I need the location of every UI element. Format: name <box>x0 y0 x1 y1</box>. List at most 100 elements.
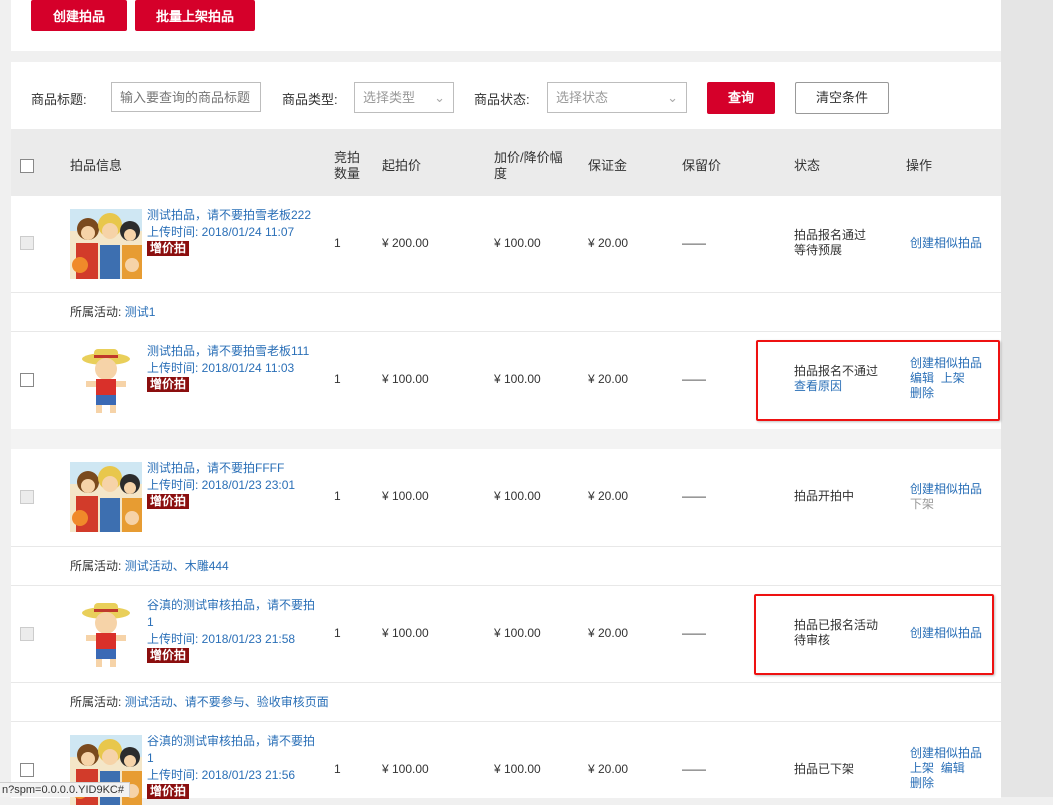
deposit: ¥ 20.00 <box>588 236 629 250</box>
reserve-price: —— <box>682 236 706 250</box>
row-checkbox[interactable] <box>20 373 34 387</box>
row-checkbox[interactable] <box>20 763 34 777</box>
bid-qty: 1 <box>334 626 341 640</box>
status-text: 拍品报名通过 <box>794 228 867 242</box>
item-title-link[interactable]: 测试拍品，请不要拍FFFF <box>147 460 327 477</box>
price-step: ¥ 100.00 <box>494 762 541 776</box>
clear-filters-button[interactable]: 清空条件 <box>795 82 889 114</box>
reserve-price: —— <box>682 489 706 503</box>
edit-link[interactable]: 编辑 <box>941 761 965 775</box>
header-price-step: 加价/降价幅 度 <box>494 150 563 182</box>
price-step: ¥ 100.00 <box>494 626 541 640</box>
header-status: 状态 <box>794 158 821 173</box>
title-search-input[interactable] <box>111 82 261 112</box>
table-row: 测试拍品，请不要拍FFFF 上传时间: 2018/01/23 23:01 增价拍… <box>11 449 1001 546</box>
type-select[interactable]: 选择类型 ⌄ <box>354 82 454 113</box>
activity-label: 所属活动: <box>70 695 122 709</box>
activity-info: 所属活动: 测试活动、请不要参与、验收审核页面 <box>70 695 329 710</box>
start-price: ¥ 100.00 <box>382 489 429 503</box>
item-upload-time: 上传时间: 2018/01/24 11:07 <box>147 225 295 239</box>
item-thumbnail[interactable] <box>70 345 142 415</box>
header-actions: 操作 <box>906 158 933 173</box>
status-text: 拍品开拍中 <box>794 489 855 503</box>
item-upload-time: 上传时间: 2018/01/24 11:03 <box>147 361 295 375</box>
reserve-price: —— <box>682 372 706 386</box>
create-item-button[interactable]: 创建拍品 <box>31 0 127 31</box>
item-thumbnail[interactable] <box>70 209 142 279</box>
item-title-link[interactable]: 谷滇的测试审核拍品，请不要拍 <box>147 597 327 614</box>
start-price: ¥ 100.00 <box>382 372 429 386</box>
item-status: 拍品已下架 <box>794 762 854 777</box>
item-title-link-line2[interactable]: 1 <box>147 750 327 767</box>
deposit: ¥ 20.00 <box>588 372 629 386</box>
header-reserve-price: 保留价 <box>682 158 722 173</box>
item-info: 测试拍品，请不要拍雪老板222 上传时间: 2018/01/24 11:07 增… <box>147 207 327 256</box>
price-step: ¥ 100.00 <box>494 489 541 503</box>
delist-link[interactable]: 下架 <box>910 497 982 512</box>
bid-qty: 1 <box>334 762 341 776</box>
type-filter-label: 商品类型: <box>282 92 338 107</box>
select-all-checkbox[interactable] <box>20 159 34 173</box>
deposit: ¥ 20.00 <box>588 762 629 776</box>
header-bid-qty-line2: 数量 <box>334 166 361 181</box>
bid-qty: 1 <box>334 372 341 386</box>
item-thumbnail[interactable] <box>70 462 142 532</box>
row-divider <box>11 429 1001 449</box>
create-similar-link[interactable]: 创建相似拍品 <box>910 746 982 761</box>
price-step: ¥ 100.00 <box>494 236 541 250</box>
highlight-annotation <box>754 594 994 675</box>
create-similar-link[interactable]: 创建相似拍品 <box>910 482 982 497</box>
row-checkbox[interactable] <box>20 236 34 250</box>
item-title-link-line2[interactable]: 1 <box>147 614 327 631</box>
chevron-down-icon: ⌄ <box>667 90 678 105</box>
activity-info: 所属活动: 测试活动、木雕444 <box>70 559 229 574</box>
list-link[interactable]: 上架 <box>910 761 934 775</box>
activity-row: 所属活动: 测试1 <box>11 292 1001 331</box>
item-thumbnail[interactable] <box>70 599 142 669</box>
activity-link[interactable]: 测试1 <box>125 305 156 319</box>
activity-label: 所属活动: <box>70 559 122 573</box>
status-select-value: 选择状态 <box>556 90 609 105</box>
activity-label: 所属活动: <box>70 305 122 319</box>
status-text: 拍品已下架 <box>794 762 855 776</box>
item-title-link[interactable]: 谷滇的测试审核拍品，请不要拍 <box>147 733 327 750</box>
auction-type-badge: 增价拍 <box>147 241 190 256</box>
item-status: 拍品报名通过 等待预展 <box>794 228 866 258</box>
item-info: 谷滇的测试审核拍品，请不要拍 1 上传时间: 2018/01/23 21:58 … <box>147 597 327 663</box>
table-header: 拍品信息 竞拍 数量 起拍价 加价/降价幅 度 保证金 保留价 状态 操作 <box>11 129 1001 196</box>
auction-type-badge: 增价拍 <box>147 494 190 509</box>
activity-row: 所属活动: 测试活动、木雕444 <box>11 546 1001 585</box>
highlight-annotation <box>756 340 1000 421</box>
delete-link[interactable]: 删除 <box>910 776 982 791</box>
activity-link[interactable]: 测试活动、请不要参与、验收审核页面 <box>125 695 329 709</box>
header-item-info: 拍品信息 <box>70 158 123 173</box>
chevron-down-icon: ⌄ <box>434 90 445 105</box>
header-bid-qty-line1: 竞拍 <box>334 150 361 165</box>
status-select[interactable]: 选择状态 ⌄ <box>547 82 687 113</box>
header-start-price: 起拍价 <box>382 158 422 173</box>
item-upload-time: 上传时间: 2018/01/23 21:58 <box>147 632 296 646</box>
create-similar-link[interactable]: 创建相似拍品 <box>910 236 982 251</box>
row-actions: 创建相似拍品 <box>910 236 982 251</box>
activity-row: 所属活动: 测试活动、请不要参与、验收审核页面 <box>11 682 1001 721</box>
bid-qty: 1 <box>334 236 341 250</box>
status-text-line2: 等待预展 <box>794 243 843 257</box>
item-info: 测试拍品，请不要拍雪老板111 上传时间: 2018/01/24 11:03 增… <box>147 343 327 392</box>
activity-link[interactable]: 测试活动、木雕444 <box>125 559 229 573</box>
title-filter-label: 商品标题: <box>31 92 87 107</box>
item-title-link[interactable]: 测试拍品，请不要拍雪老板222 <box>147 207 327 224</box>
row-checkbox[interactable] <box>20 490 34 504</box>
deposit: ¥ 20.00 <box>588 489 629 503</box>
query-button[interactable]: 查询 <box>707 82 775 114</box>
start-price: ¥ 100.00 <box>382 762 429 776</box>
reserve-price: —— <box>682 626 706 640</box>
browser-status-url: n?spm=0.0.0.0.YID9KC# <box>0 782 130 797</box>
row-actions: 创建相似拍品 下架 <box>910 482 982 512</box>
item-title-link[interactable]: 测试拍品，请不要拍雪老板111 <box>147 343 327 360</box>
row-actions: 创建相似拍品 上架 编辑 删除 <box>910 746 982 791</box>
auction-type-badge: 增价拍 <box>147 377 190 392</box>
batch-list-button[interactable]: 批量上架拍品 <box>135 0 255 31</box>
filter-panel: 商品标题: 商品类型: 选择类型 ⌄ 商品状态: 选择状态 ⌄ 查询 清空条件 <box>11 62 1001 129</box>
row-checkbox[interactable] <box>20 627 34 641</box>
table-row: 谷滇的测试审核拍品，请不要拍 1 上传时间: 2018/01/23 21:56 … <box>11 721 1001 798</box>
